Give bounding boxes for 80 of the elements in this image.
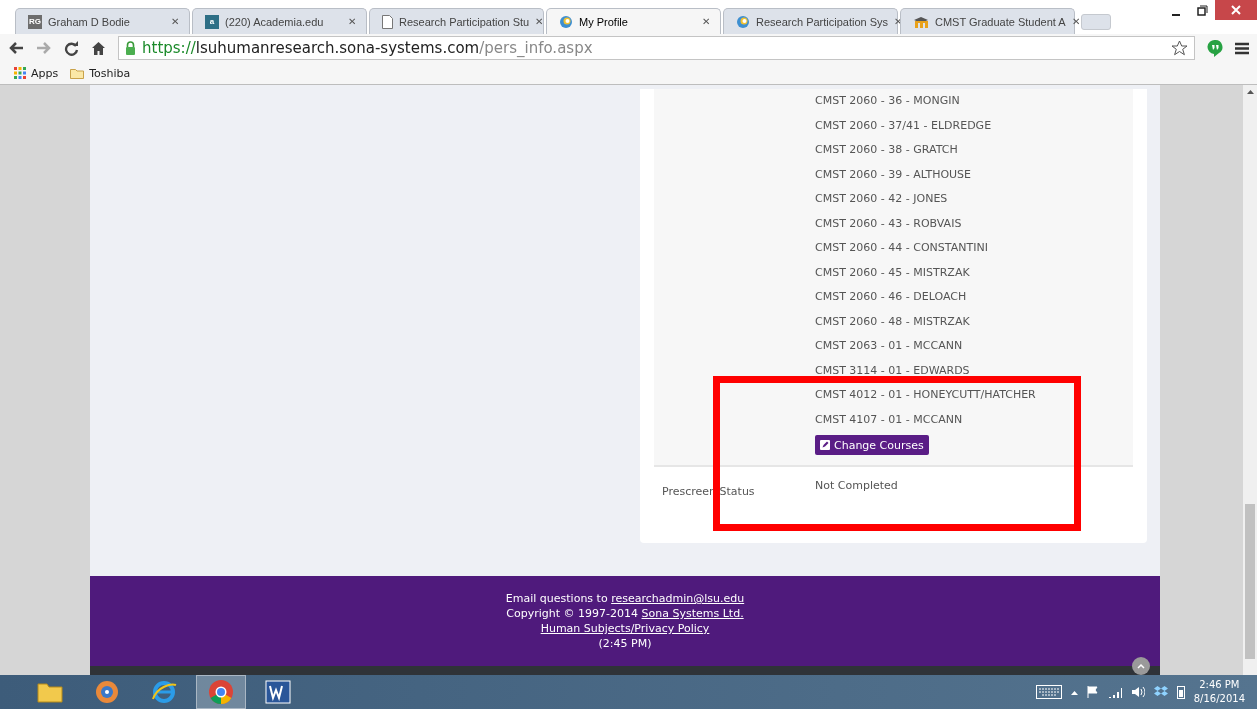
course-item: CMST 2060 - 43 - ROBVAIS — [815, 215, 963, 232]
battery-icon[interactable] — [1176, 685, 1185, 699]
tab-close-button[interactable]: ✕ — [535, 16, 544, 27]
dropbox-icon[interactable] — [1153, 686, 1168, 698]
clock-date: 8/16/2014 — [1193, 692, 1245, 706]
minimize-icon — [1172, 14, 1180, 16]
copyright-text: Copyright © 1997-2014 Sona Systems Ltd. — [506, 607, 744, 620]
document-w-icon[interactable] — [265, 679, 291, 705]
course-item: CMST 4107 - 01 - MCCANN — [815, 411, 964, 428]
browser-tab[interactable]: a (220) Academia.edu ✕ — [192, 8, 367, 34]
field-value: Not Completed — [815, 479, 899, 494]
reload-icon[interactable] — [64, 40, 79, 56]
tab-title: Research Participation Sys — [756, 15, 889, 28]
course-item: CMST 2060 - 42 - JONES — [815, 191, 949, 207]
privacy-policy-link[interactable]: Human Subjects/Privacy Policy — [540, 622, 710, 635]
scrollbar-thumb[interactable] — [1245, 504, 1255, 659]
url-text: https://lsuhumanresearch.sona-systems.com/pers_info.aspx — [142, 39, 593, 57]
email-link[interactable]: researchadmin@lsu.edu — [611, 592, 745, 605]
chrome-icon[interactable] — [208, 679, 234, 705]
page-time: (2:45 PM) — [598, 637, 652, 650]
course-item: CMST 2063 - 01 - MCCANN — [815, 338, 964, 354]
tab-close-button[interactable]: ✕ — [348, 16, 356, 27]
lock-icon — [125, 41, 136, 55]
restore-icon — [1196, 4, 1208, 16]
contact-text: Email questions to researchadmin@lsu.edu — [505, 592, 745, 605]
chevron-up-icon — [1137, 663, 1145, 669]
browser-e-icon[interactable] — [150, 679, 178, 705]
course-item: CMST 2060 - 45 - MISTRZAK — [815, 264, 971, 281]
signal-icon[interactable] — [1107, 686, 1122, 698]
keyboard-icon[interactable] — [1035, 685, 1062, 699]
course-item: CMST 4012 - 01 - HONEYCUTT/HATCHER — [815, 387, 1037, 403]
scroll-to-top-button[interactable] — [1132, 657, 1150, 675]
tab-close-button[interactable]: ✕ — [171, 16, 179, 27]
course-item: CMST 2060 - 44 - CONSTANTINI — [815, 240, 989, 256]
company-link[interactable]: Sona Systems Ltd. — [641, 607, 744, 620]
course-item: CMST 2060 - 48 - MISTRZAK — [815, 313, 971, 330]
change-courses-button[interactable]: Change Courses — [815, 435, 929, 455]
home-icon[interactable] — [91, 41, 106, 55]
apps-grid-icon — [14, 67, 26, 79]
menu-icon[interactable] — [1235, 41, 1249, 55]
tab-favicon: a — [205, 14, 219, 29]
bookmark[interactable]: Apps — [14, 66, 59, 80]
scrollbar[interactable] — [1243, 85, 1257, 675]
edit-icon — [820, 440, 830, 450]
speech-bubble-icon[interactable] — [1207, 39, 1223, 57]
folder-icon[interactable] — [36, 680, 64, 704]
course-item: CMST 2060 - 37/41 - ELDREDGE — [815, 117, 993, 134]
swirl-icon — [736, 14, 750, 29]
page-icon — [382, 14, 393, 29]
browser-tab[interactable]: My Profile ✕ — [546, 8, 721, 34]
clock-time: 2:46 PM — [1199, 678, 1240, 692]
taskbar-clock[interactable]: 2:46 PM 8/16/2014 — [1193, 678, 1245, 706]
star-icon[interactable] — [1171, 39, 1188, 57]
close-button[interactable] — [1215, 0, 1257, 20]
tab-title: (220) Academia.edu — [225, 15, 325, 28]
tab-favicon: RG — [28, 14, 42, 29]
course-item: CMST 2060 - 39 - ALTHOUSE — [815, 166, 973, 183]
back-icon[interactable] — [8, 41, 24, 55]
address-bar[interactable]: https://lsuhumanresearch.sona-systems.com/pers_info.aspx — [118, 36, 1195, 60]
tab-title: Research Participation Stu — [399, 15, 530, 28]
browser-tab[interactable]: Research Participation Stu ✕ — [369, 8, 544, 34]
tab-title: CMST Graduate Student A — [935, 15, 1066, 28]
tab-close-button[interactable]: ✕ — [702, 16, 710, 27]
scroll-up-icon[interactable] — [1246, 89, 1254, 94]
course-item: CMST 2060 - 38 - GRATCH — [815, 142, 959, 158]
course-item: CMST 2060 - 46 - DELOACH — [815, 289, 968, 305]
swirl-icon — [559, 14, 573, 29]
caret-up-icon[interactable] — [1070, 689, 1078, 695]
field-label: Prescreen Status — [661, 484, 756, 500]
bookmark[interactable]: Toshiba — [70, 66, 131, 80]
tab-title: Graham D Bodie — [48, 15, 131, 28]
tab-title: My Profile — [579, 15, 629, 28]
close-icon — [1231, 5, 1241, 15]
course-item: CMST 2060 - 36 - MONGIN — [815, 93, 961, 109]
browser-tab[interactable]: RG Graham D Bodie ✕ — [15, 8, 190, 34]
speaker-icon[interactable] — [1130, 686, 1145, 698]
flag-icon[interactable] — [1086, 686, 1099, 698]
folder-icon — [70, 67, 85, 79]
disc-icon[interactable] — [94, 679, 120, 705]
course-item: CMST 3114 - 01 - EDWARDS — [815, 362, 971, 379]
